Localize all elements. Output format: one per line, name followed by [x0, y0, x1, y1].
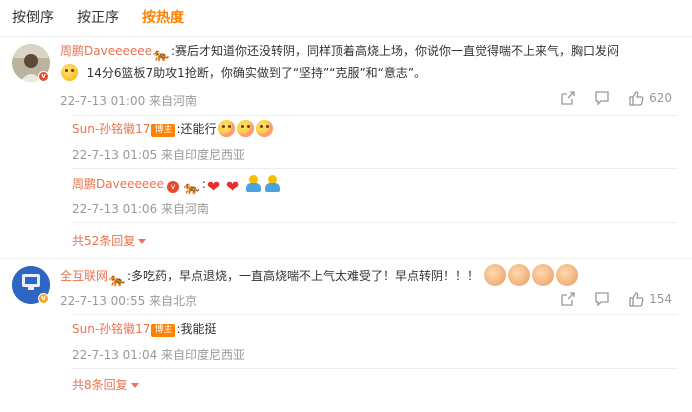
comment-body-line1: :多吃药，早点退烧，一直高烧喘不上气太难受了！早点转阴！！！ [127, 269, 480, 283]
reply-time: 22-7-13 01:06 来自河南 [72, 202, 210, 216]
blogger-badge: 博主 [151, 324, 176, 337]
comment-actions: 154 [560, 291, 672, 307]
comment-text: 周鹏Daveeeeee :赛后才知道你还没转阴，同样顶着高烧上场，你说你一直觉得喘… [60, 40, 678, 62]
reply-username[interactable]: 周鹏Daveeeeee [72, 177, 164, 191]
reply-separator [72, 115, 678, 116]
comment-text-line2: 14分6篮板7助攻1抢断，你确实做到了“坚持”“克服”和“意志”。 [60, 62, 678, 84]
pray-emoji-icon [483, 264, 506, 286]
comment-username[interactable]: 周鹏Daveeeeee [60, 44, 152, 58]
divider [0, 258, 692, 259]
comment-actions: 620 [560, 90, 672, 106]
comment-body-line2: 14分6篮板7助攻1抢断，你确实做到了“坚持”“克服”和“意志”。 [86, 66, 427, 80]
person-emoji-icon [264, 175, 281, 192]
verified-badge: v [167, 181, 179, 193]
more-replies-link[interactable]: 共8条回复 [72, 376, 139, 393]
pray-emoji-icon [507, 264, 530, 286]
reply-text: :还能行 [176, 122, 217, 136]
reply-separator [72, 314, 678, 315]
sort-tab-forward[interactable]: 按正序 [77, 7, 119, 27]
blush-emoji-icon [236, 120, 254, 137]
blush-emoji-icon [217, 120, 235, 137]
blogger-badge: 博主 [151, 124, 176, 137]
thumbs-up-icon [629, 91, 644, 106]
mascot-emoji-icon [109, 269, 126, 286]
sort-bar: 按倒序 按正序 按热度 [12, 4, 184, 30]
blush-emoji-icon [255, 120, 273, 137]
reply-2: 周鹏Daveeeeeev : [72, 173, 282, 195]
mascot-emoji-icon [184, 177, 201, 194]
sort-tab-reverse[interactable]: 按倒序 [12, 7, 54, 27]
share-icon [561, 91, 575, 105]
divider [0, 36, 692, 37]
comment-body-line1: :赛后才知道你还没转阴，同样顶着高烧上场，你说你一直觉得喘不上来气，胸口发闷 [171, 44, 620, 58]
comment-icon [595, 91, 609, 106]
reply-1: Sun-孙铭徽17 博主:我能挺 [72, 318, 217, 340]
like-count: 154 [649, 292, 672, 306]
verified-badge: v [38, 293, 49, 304]
reply-username[interactable]: Sun-孙铭徽17 [72, 122, 150, 136]
thumbs-up-icon [629, 292, 644, 307]
comment-text: 全互联网 :多吃药，早点退烧，一直高烧喘不上气太难受了！早点转阴！！！ [60, 264, 678, 287]
comment-icon [595, 292, 609, 307]
sort-tab-hot[interactable]: 按热度 [142, 7, 184, 27]
more-replies-link[interactable]: 共52条回复 [72, 232, 146, 249]
pray-emoji-icon [531, 264, 554, 286]
face-emoji-icon [61, 64, 78, 81]
reply-1: Sun-孙铭徽17 博主:还能行 [72, 118, 274, 140]
reply-separator [72, 168, 678, 169]
like-button[interactable]: 620 [628, 90, 672, 106]
reply-separator [72, 368, 678, 369]
comment-time: 22-7-13 00:55 来自北京 [60, 294, 198, 308]
reply-username[interactable]: Sun-孙铭徽17 [72, 322, 150, 336]
reply-text: : [201, 177, 206, 191]
share-button[interactable] [560, 291, 576, 307]
reply-button[interactable] [594, 90, 610, 106]
pray-emoji-icon [555, 264, 578, 286]
reply-button[interactable] [594, 291, 610, 307]
like-count: 620 [649, 91, 672, 105]
share-icon [561, 292, 575, 306]
mascot-emoji-icon [153, 44, 170, 61]
person-emoji-icon [245, 175, 262, 192]
comment-username[interactable]: 全互联网 [60, 269, 108, 283]
verified-badge: v [38, 71, 49, 82]
heart-emoji-icon [207, 177, 224, 194]
share-button[interactable] [560, 90, 576, 106]
reply-time: 22-7-13 01:05 来自印度尼西亚 [72, 148, 246, 162]
like-button[interactable]: 154 [628, 291, 672, 307]
comment-time: 22-7-13 01:00 来自河南 [60, 94, 198, 108]
heart-emoji-icon [226, 177, 243, 194]
reply-separator [72, 222, 678, 223]
reply-time: 22-7-13 01:04 来自印度尼西亚 [72, 348, 246, 362]
reply-text: :我能挺 [176, 322, 217, 336]
